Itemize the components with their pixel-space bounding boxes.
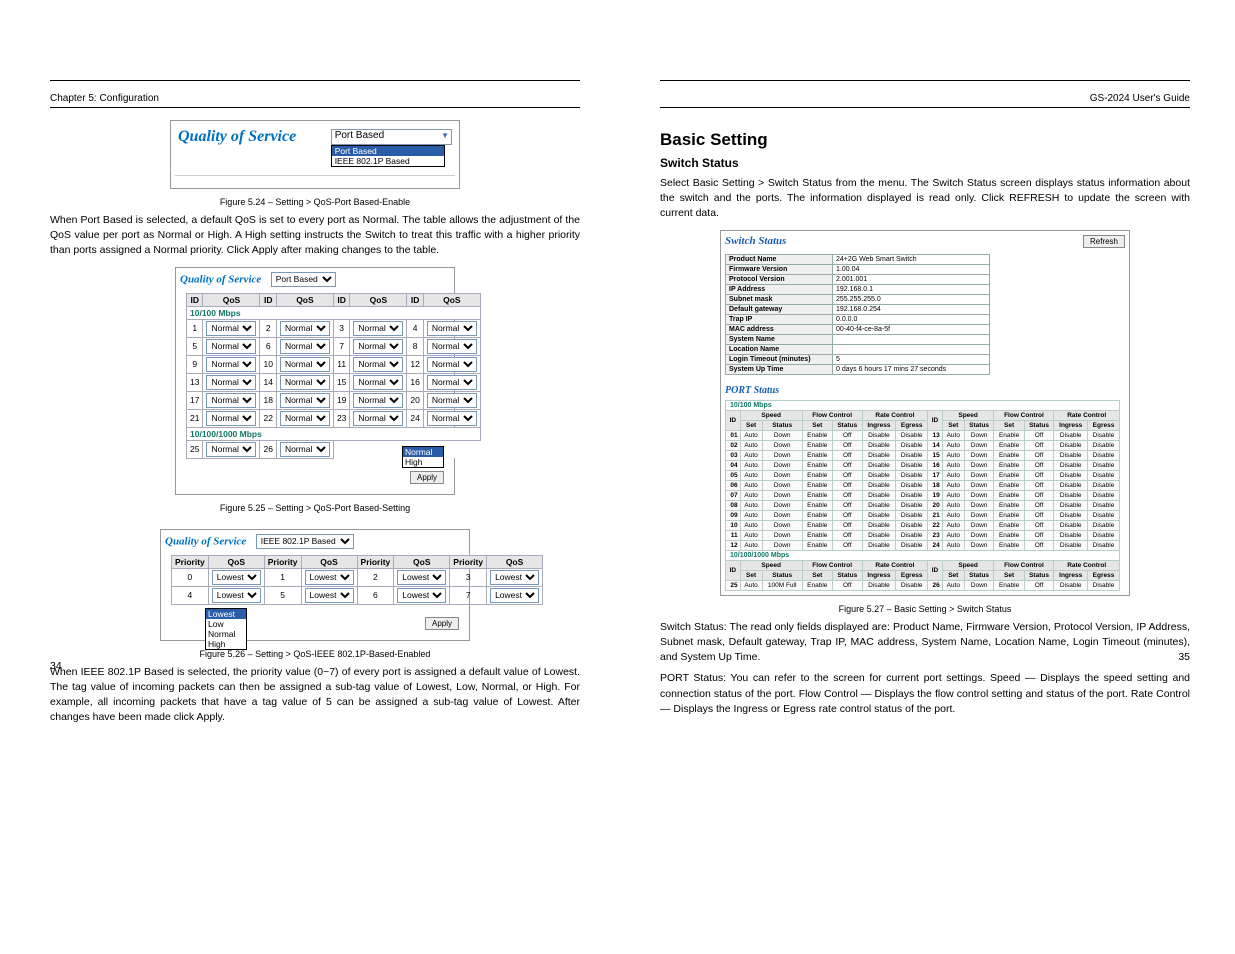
qos-port-25[interactable]: Normal	[206, 442, 256, 457]
switch-status-title: Switch Status	[725, 235, 786, 247]
fig-caption: Figure 5.24 – Setting > QoS-Port Based-E…	[50, 197, 580, 207]
qos-pri-4[interactable]: Lowest	[212, 588, 261, 603]
qos-port-18[interactable]: Normal	[280, 393, 330, 408]
guide-title: GS-2024 User's Guide	[1090, 93, 1190, 104]
qos-pri-5[interactable]: Lowest	[305, 588, 354, 603]
qos-port-14[interactable]: Normal	[280, 375, 330, 390]
qos-mode-value: Port Based	[335, 130, 384, 141]
qos-port-24[interactable]: Normal	[427, 411, 477, 426]
switch-status-screenshot: Switch Status Refresh Product Name24+2G …	[720, 230, 1130, 596]
qos-pri-1[interactable]: Lowest	[305, 570, 354, 585]
qos-port-2[interactable]: Normal	[280, 321, 330, 336]
qos-pri-6[interactable]: Lowest	[397, 588, 446, 603]
chapter-label: Chapter 5: Configuration	[50, 93, 159, 104]
qos-top-screenshot: Quality of Service Port Based ▼ Port Bas…	[170, 120, 460, 189]
qos-pri-7[interactable]: Lowest	[490, 588, 539, 603]
qos-port-6[interactable]: Normal	[280, 339, 330, 354]
qos-port-12[interactable]: Normal	[427, 357, 477, 372]
left-page: Chapter 5: Configuration Quality of Serv…	[50, 80, 580, 732]
switch-info-table: Product Name24+2G Web Smart SwitchFirmwa…	[725, 254, 990, 375]
option-high[interactable]: High	[403, 457, 443, 467]
qos-port-4[interactable]: Normal	[427, 321, 477, 336]
chevron-down-icon: ▼	[441, 131, 449, 140]
body-text: PORT Status: You can refer to the screen…	[660, 671, 1190, 717]
apply-button[interactable]: Apply	[410, 471, 444, 484]
qos-port-19[interactable]: Normal	[353, 393, 403, 408]
qos-port-table: IDQoSIDQoSIDQoSIDQoS10/100 Mbps1Normal2N…	[186, 293, 481, 459]
subsection-heading: Switch Status	[660, 156, 1190, 170]
qos-mode-select[interactable]: IEEE 802.1P Based	[256, 534, 354, 549]
right-page: GS-2024 User's Guide Basic Setting Switc…	[660, 80, 1190, 723]
qos-ieee-options[interactable]: Lowest Low Normal High	[205, 608, 247, 650]
fig-caption: Figure 5.27 – Basic Setting > Switch Sta…	[660, 604, 1190, 614]
qos-port-17[interactable]: Normal	[206, 393, 256, 408]
qos-port-13[interactable]: Normal	[206, 375, 256, 390]
option-port-based[interactable]: Port Based	[332, 146, 444, 156]
port-status-title: PORT Status	[725, 385, 1125, 396]
qos-port-20[interactable]: Normal	[427, 393, 477, 408]
qos-port-23[interactable]: Normal	[353, 411, 403, 426]
option-normal[interactable]: Normal	[206, 629, 246, 639]
qos-port-26[interactable]: Normal	[280, 442, 330, 457]
qos-value-options[interactable]: Normal High	[402, 446, 444, 468]
header-rule: GS-2024 User's Guide	[660, 80, 1190, 108]
section-heading: Basic Setting	[660, 130, 1190, 150]
qos-port-15[interactable]: Normal	[353, 375, 403, 390]
qos-port-22[interactable]: Normal	[280, 411, 330, 426]
qos-title: Quality of Service	[165, 535, 246, 547]
qos-port-10[interactable]: Normal	[280, 357, 330, 372]
qos-port-8[interactable]: Normal	[427, 339, 477, 354]
option-high[interactable]: High	[206, 639, 246, 649]
fig-caption: Figure 5.26 – Setting > QoS-IEEE 802.1P-…	[50, 649, 580, 659]
qos-port-11[interactable]: Normal	[353, 357, 403, 372]
refresh-button[interactable]: Refresh	[1083, 235, 1125, 248]
body-text: When IEEE 802.1P Based is selected, the …	[50, 665, 580, 726]
qos-port-9[interactable]: Normal	[206, 357, 256, 372]
fig-caption: Figure 5.25 – Setting > QoS-Port Based-S…	[50, 503, 580, 513]
qos-title: Quality of Service	[178, 128, 296, 145]
qos-port-21[interactable]: Normal	[206, 411, 256, 426]
qos-mode-select[interactable]: Port Based ▼	[331, 129, 452, 145]
body-text: When Port Based is selected, a default Q…	[50, 213, 580, 259]
qos-ieee-screenshot: Quality of Service IEEE 802.1P Based Pri…	[160, 529, 470, 641]
body-text: Select Basic Setting > Switch Status fro…	[660, 176, 1190, 222]
option-lowest[interactable]: Lowest	[206, 609, 246, 619]
option-ieee-based[interactable]: IEEE 802.1P Based	[332, 156, 444, 166]
qos-pri-0[interactable]: Lowest	[212, 570, 261, 585]
body-text: Switch Status: The read only fields disp…	[660, 620, 1190, 666]
qos-pri-3[interactable]: Lowest	[490, 570, 539, 585]
apply-button[interactable]: Apply	[425, 617, 459, 630]
qos-mode-options[interactable]: Port Based IEEE 802.1P Based	[331, 145, 445, 167]
page-number: 34	[50, 660, 62, 672]
qos-port-3[interactable]: Normal	[353, 321, 403, 336]
header-rule: Chapter 5: Configuration	[50, 80, 580, 108]
qos-port-1[interactable]: Normal	[206, 321, 256, 336]
qos-port-screenshot: Quality of Service Port Based IDQoSIDQoS…	[175, 267, 455, 495]
qos-title: Quality of Service	[180, 273, 261, 285]
qos-ieee-table: PriorityQoSPriorityQoSPriorityQoSPriorit…	[171, 555, 543, 605]
port-status-table: 10/100 MbpsIDSpeedFlow ControlRate Contr…	[725, 400, 1120, 591]
qos-port-16[interactable]: Normal	[427, 375, 477, 390]
page-number: 35	[1178, 651, 1190, 663]
option-low[interactable]: Low	[206, 619, 246, 629]
qos-port-7[interactable]: Normal	[353, 339, 403, 354]
option-normal[interactable]: Normal	[403, 447, 443, 457]
qos-mode-select[interactable]: Port Based	[271, 272, 336, 287]
qos-port-5[interactable]: Normal	[206, 339, 256, 354]
qos-pri-2[interactable]: Lowest	[397, 570, 446, 585]
